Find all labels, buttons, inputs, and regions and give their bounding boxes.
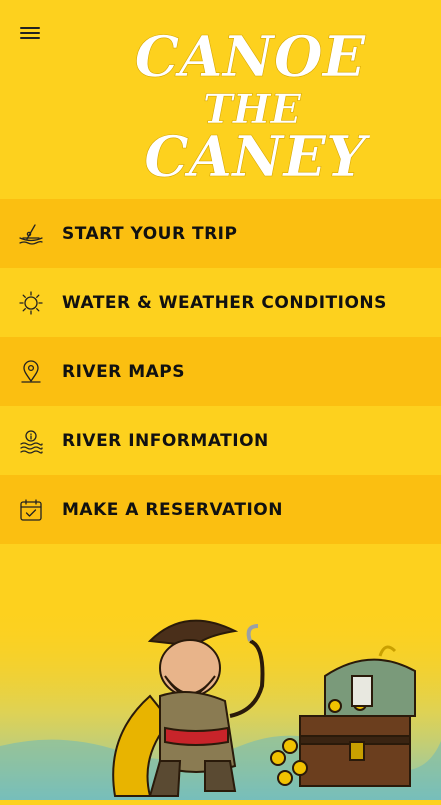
info-water-icon	[20, 429, 43, 454]
menu-item-label: START YOUR TRIP	[62, 223, 238, 244]
calendar-check-icon	[20, 498, 42, 521]
pirate-treasure-illustration	[0, 546, 441, 800]
menu-item-river-information[interactable]: RIVER INFORMATION	[0, 406, 441, 475]
menu-item-label: RIVER INFORMATION	[62, 430, 269, 451]
sun-icon	[19, 290, 43, 315]
menu-item-label: WATER & WEATHER CONDITIONS	[62, 292, 387, 313]
canoe-icon	[19, 223, 43, 245]
menu-item-river-maps[interactable]: RIVER MAPS	[0, 337, 441, 406]
menu-item-start-trip[interactable]: START YOUR TRIP	[0, 199, 441, 268]
menu-item-make-reservation[interactable]: MAKE A RESERVATION	[0, 475, 441, 544]
menu-hamburger-icon[interactable]	[20, 24, 40, 40]
menu-item-label: RIVER MAPS	[62, 361, 185, 382]
main-menu: START YOUR TRIP WATER & WEATHER CONDITIO…	[0, 199, 441, 544]
map-pin-icon	[21, 359, 41, 383]
app-logo: CANOE THE CANEY	[130, 18, 371, 191]
logo-line-3: CANEY	[144, 124, 370, 188]
menu-item-water-weather[interactable]: WATER & WEATHER CONDITIONS	[0, 268, 441, 337]
menu-item-label: MAKE A RESERVATION	[62, 499, 283, 520]
logo-line-1: CANOE	[135, 24, 367, 90]
